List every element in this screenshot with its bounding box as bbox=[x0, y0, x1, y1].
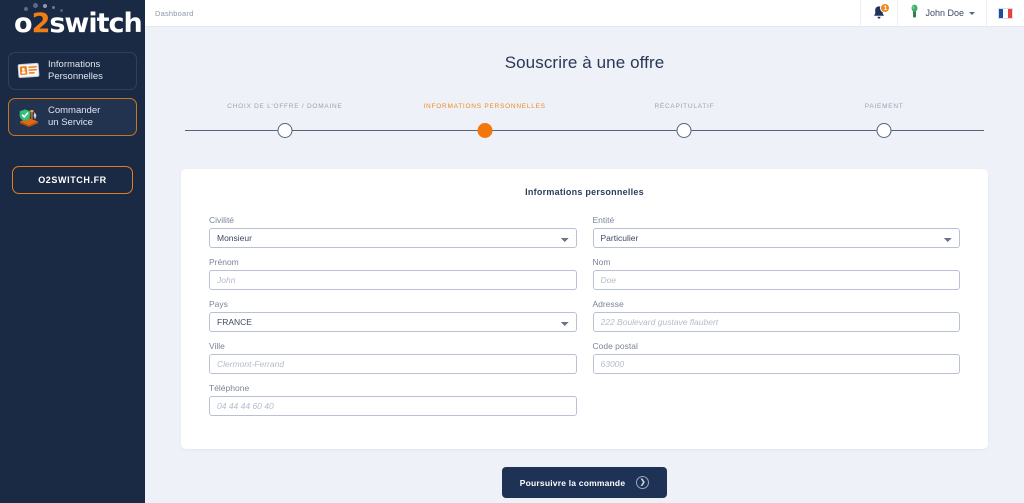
order-stepper: CHOIX DE L'OFFRE / DOMAINE INFORMATIONS … bbox=[185, 100, 984, 142]
personal-info-card: Informations personnelles Civilité Monsi… bbox=[181, 169, 988, 449]
content-area: Souscrire à une offre CHOIX DE L'OFFRE /… bbox=[145, 27, 1024, 503]
telephone-input[interactable] bbox=[209, 396, 577, 416]
continue-order-label: Poursuivre la commande bbox=[519, 477, 626, 488]
stepper-step-label: INFORMATIONS PERSONNELLES bbox=[423, 103, 546, 110]
field-label: Entité bbox=[592, 215, 615, 225]
continue-order-button[interactable]: Poursuivre la commande ❯ bbox=[501, 467, 668, 498]
field-pays: Pays FRANCE bbox=[209, 299, 577, 332]
shield-toolbox-icon bbox=[17, 106, 41, 128]
field-ville: Ville bbox=[209, 341, 577, 374]
field-label: Ville bbox=[209, 341, 225, 351]
pays-select[interactable]: FRANCE bbox=[209, 312, 577, 332]
france-flag-icon bbox=[998, 7, 1013, 19]
notifications-button[interactable]: 1 bbox=[860, 0, 897, 27]
field-code-postal: Code postal bbox=[592, 341, 960, 374]
notification-badge: 1 bbox=[880, 3, 891, 13]
personal-info-form: Civilité Monsieur Entité Particulier Pré… bbox=[209, 215, 960, 425]
field-telephone: Téléphone bbox=[209, 383, 577, 416]
field-label: Civilité bbox=[209, 215, 235, 225]
adresse-input[interactable] bbox=[592, 312, 960, 332]
o2switch-site-button[interactable]: O2SWITCH.FR bbox=[12, 166, 133, 194]
logo-dots-icon bbox=[24, 3, 76, 13]
language-switcher-button[interactable] bbox=[986, 0, 1024, 27]
field-label: Code postal bbox=[592, 341, 638, 351]
user-avatar-icon bbox=[909, 4, 920, 22]
brand-logo[interactable]: o2switch bbox=[0, 0, 145, 46]
card-title: Informations personnelles bbox=[525, 187, 644, 197]
stepper-step-paiement[interactable]: PAIEMENT bbox=[784, 100, 984, 142]
field-label: Pays bbox=[209, 299, 228, 309]
stepper-step-dot[interactable] bbox=[676, 123, 692, 138]
bell-icon: 1 bbox=[872, 3, 891, 21]
field-civilite: Civilité Monsieur bbox=[209, 215, 577, 248]
chevron-down-icon bbox=[969, 11, 975, 15]
field-label: Nom bbox=[592, 257, 611, 267]
stepper-step-recapitulatif[interactable]: RÉCAPITULATIF bbox=[585, 100, 785, 142]
nom-input[interactable] bbox=[592, 270, 960, 290]
sidebar-item-label: Commander un Service bbox=[48, 105, 101, 128]
stepper-step-label: RÉCAPITULATIF bbox=[654, 103, 715, 110]
field-prenom: Prénom bbox=[209, 257, 577, 290]
entite-select[interactable]: Particulier bbox=[592, 228, 960, 248]
stepper-step-dot[interactable] bbox=[876, 123, 892, 138]
topbar-right: 1 John Doe bbox=[860, 0, 1024, 27]
field-nom: Nom bbox=[592, 257, 960, 290]
field-label: Adresse bbox=[592, 299, 624, 309]
stepper-step-dot[interactable] bbox=[277, 123, 293, 138]
topbar: Dashboard 1 John Doe bbox=[145, 0, 1024, 27]
sidebar-item-informations-personnelles[interactable]: Informations Personnelles bbox=[8, 52, 137, 90]
stepper-step-label: CHOIX DE L'OFFRE / DOMAINE bbox=[227, 103, 343, 110]
stepper-step-choix-offre[interactable]: CHOIX DE L'OFFRE / DOMAINE bbox=[185, 100, 385, 142]
prenom-input[interactable] bbox=[209, 270, 577, 290]
civilite-select[interactable]: Monsieur bbox=[209, 228, 577, 248]
promo-section: O2SWITCH.FR bbox=[0, 144, 145, 194]
chevron-right-circle-icon: ❯ bbox=[636, 476, 650, 489]
user-menu-button[interactable]: John Doe bbox=[897, 0, 986, 27]
form-footer: Poursuivre la commande ❯ bbox=[145, 467, 1024, 498]
id-card-icon bbox=[17, 60, 41, 82]
stepper-step-label: PAIEMENT bbox=[864, 103, 904, 110]
field-label: Prénom bbox=[209, 257, 239, 267]
code-postal-input[interactable] bbox=[592, 354, 960, 374]
stepper-step-informations-personnelles[interactable]: INFORMATIONS PERSONNELLES bbox=[385, 100, 585, 142]
sidebar-item-label: Informations Personnelles bbox=[48, 59, 103, 82]
main-area: Dashboard 1 John Doe Souscrire à une off… bbox=[145, 0, 1024, 503]
field-label: Téléphone bbox=[209, 383, 250, 393]
field-adresse: Adresse bbox=[592, 299, 960, 332]
sidebar: o2switch Informations Personnelles Comma… bbox=[0, 0, 145, 503]
app-root: o2switch Informations Personnelles Comma… bbox=[0, 0, 1024, 503]
user-name-label: John Doe bbox=[925, 8, 964, 18]
ville-input[interactable] bbox=[209, 354, 577, 374]
breadcrumb[interactable]: Dashboard bbox=[155, 9, 194, 18]
field-entite: Entité Particulier bbox=[592, 215, 960, 248]
page-title: Souscrire à une offre bbox=[504, 53, 665, 72]
stepper-step-dot[interactable] bbox=[477, 123, 493, 138]
sidebar-item-commander-un-service[interactable]: Commander un Service bbox=[8, 98, 137, 136]
sidebar-nav: Informations Personnelles Commander un S… bbox=[0, 46, 145, 136]
